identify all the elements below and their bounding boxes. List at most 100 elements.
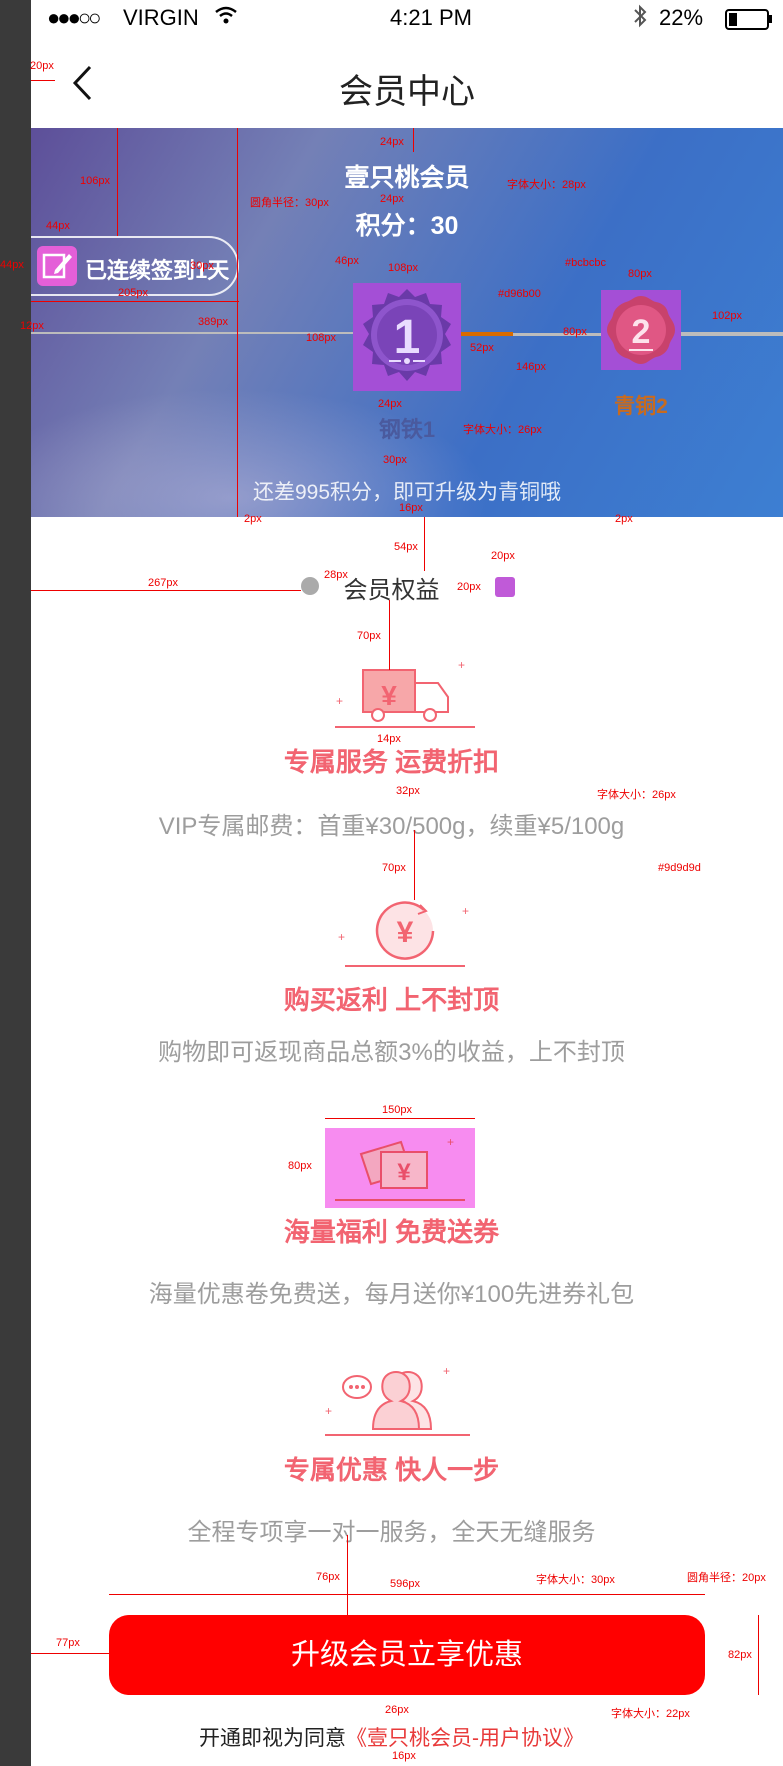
spec-106: 106px (80, 175, 110, 187)
benefit-desc-4: 全程专项享一对一服务，全天无缝服务 (187, 1519, 596, 1546)
svg-text:+: + (338, 930, 345, 944)
svg-text:2: 2 (632, 313, 651, 351)
benefit-desc-3: 海量优惠卷免费送，每月送你¥100先进券礼包 (148, 1281, 635, 1308)
spec-46: 46px (335, 255, 359, 267)
spec-font30: 字体大小：30px (536, 1574, 615, 1586)
spec-146: 146px (516, 361, 546, 373)
battery-icon (725, 9, 772, 30)
spec-font28: 字体大小：28px (507, 179, 586, 191)
spec-color-bcbcbc: #bcbcbc (565, 257, 606, 269)
svg-text:+: + (462, 904, 469, 918)
spec-44-v: 44px (0, 259, 24, 271)
carrier-name: VIRGIN (123, 5, 199, 30)
spec-30-tip: 30px (383, 454, 407, 466)
wifi-icon (215, 6, 237, 24)
spec-radius30: 圆角半径：30px (250, 197, 329, 209)
benefit-desc-2: 购物即可返现商品总额3%的收益，上不封顶 (158, 1039, 625, 1066)
spec-205: 205px (118, 287, 148, 299)
spec-20-dot-h: 20px (457, 581, 481, 593)
spec-77: 77px (56, 1637, 80, 1649)
svg-text:+: + (447, 1135, 454, 1149)
rights-title: 会员权益 (343, 577, 440, 604)
next-level-label: 青铜2 (614, 395, 668, 418)
benefit-desc-1: VIP专属邮费：首重¥30/500g，续重¥5/100g (158, 813, 625, 840)
svg-text:+: + (458, 658, 465, 672)
spec-108-h: 108px (306, 332, 336, 344)
level-track-right (681, 332, 783, 336)
spec-108-w: 108px (388, 262, 418, 274)
spec-32: 32px (396, 785, 420, 797)
spec-color-9d9d9d: #9d9d9d (658, 862, 701, 874)
decor-dot-right (495, 577, 515, 597)
spec-82: 82px (728, 1649, 752, 1661)
benefit-title-4: 专属优惠 快人一步 (283, 1455, 500, 1485)
spec-20-dot-w: 20px (491, 550, 515, 562)
spec-2-right: 2px (615, 513, 633, 525)
users-chat-icon: + + (325, 1365, 470, 1436)
spec-24-gap: 24px (380, 193, 404, 205)
spec-389: 389px (198, 316, 228, 328)
spec-80-w: 80px (628, 268, 652, 280)
svg-text:¥: ¥ (397, 916, 414, 949)
edit-icon (37, 246, 77, 286)
agreement-prefix: 开通即视为同意 (199, 1727, 346, 1750)
level-1-badge-icon: 1 (353, 283, 461, 391)
spec-2-left: 2px (244, 513, 262, 525)
yen-cycle-icon: ¥ + + (338, 901, 469, 967)
svg-text:¥: ¥ (381, 680, 397, 711)
spec-16-top: 16px (399, 502, 423, 514)
benefit-title-2: 购买返利 上不封顶 (283, 985, 500, 1015)
svg-text:¥: ¥ (397, 1159, 411, 1186)
coupon-icon: ¥ + (325, 1128, 475, 1208)
spec-267: 267px (148, 577, 178, 589)
benefit-title-3: 海量福利 免费送券 (283, 1217, 500, 1247)
spec-radius20: 圆角半径：20px (687, 1572, 766, 1584)
level-track-mid (513, 333, 601, 336)
spec-font26-level: 字体大小：26px (463, 424, 542, 436)
svg-text:+: + (443, 1365, 450, 1378)
spec-70-a: 70px (357, 630, 381, 642)
spec-80-coupon: 80px (288, 1160, 312, 1172)
bluetooth-icon (634, 4, 647, 28)
svg-text:+: + (336, 694, 343, 708)
benefit-title-1: 专属服务 运费折扣 (283, 747, 500, 777)
truck-yen-icon: ¥ + + (335, 658, 475, 728)
signal-dots: ●●●○○ (47, 5, 101, 30)
spec-44-h: 44px (46, 220, 70, 232)
spec-20-nav: 20px (30, 60, 54, 72)
spec-28: 28px (324, 569, 348, 581)
spec-80-h: 80px (563, 326, 587, 338)
user-agreement-link[interactable]: 《壹只桃会员-用户协议》 (346, 1727, 584, 1750)
spec-26: 26px (385, 1704, 409, 1716)
spec-30-inline: 30px (190, 260, 214, 272)
level-2-badge-icon: 2 (601, 290, 681, 370)
status-bar: ●●●○○ VIRGIN 4:21 PM 22% (31, 0, 783, 34)
spec-596: 596px (390, 1578, 420, 1590)
level-progress-fill (461, 332, 513, 336)
spec-70-b: 70px (382, 862, 406, 874)
page-title: 会员中心 (339, 73, 475, 111)
spec-76: 76px (316, 1571, 340, 1583)
spec-150: 150px (382, 1104, 412, 1116)
member-name: 壹只桃会员 (344, 164, 470, 192)
spec-16-bottom: 16px (392, 1750, 416, 1762)
current-level-label: 钢铁1 (378, 417, 436, 442)
spec-102: 102px (712, 310, 742, 322)
upgrade-member-button[interactable]: 升级会员立享优惠 (109, 1615, 705, 1695)
spec-14: 14px (377, 733, 401, 745)
spec-color-d96b00: #d96b00 (498, 288, 541, 300)
svg-text:1: 1 (394, 311, 421, 364)
member-header: 壹只桃会员 积分：30 已连续签到1天 1 2 钢铁1 青铜2 还差995积分，… (31, 128, 783, 517)
level-track-left (31, 332, 353, 334)
clock: 4:21 PM (390, 5, 472, 30)
battery-percent: 22% (659, 5, 704, 30)
spec-12: 12px (20, 320, 44, 332)
spec-font22: 字体大小：22px (611, 1708, 690, 1720)
spec-24-badge: 24px (378, 398, 402, 410)
agreement-text: 开通即视为同意《壹只桃会员-用户协议》 (0, 1722, 783, 1752)
spec-font26-desc: 字体大小：26px (597, 789, 676, 801)
spec-54: 54px (394, 541, 418, 553)
spec-52: 52px (470, 342, 494, 354)
svg-text:+: + (325, 1404, 332, 1418)
nav-bar: 会员中心 (31, 34, 783, 128)
